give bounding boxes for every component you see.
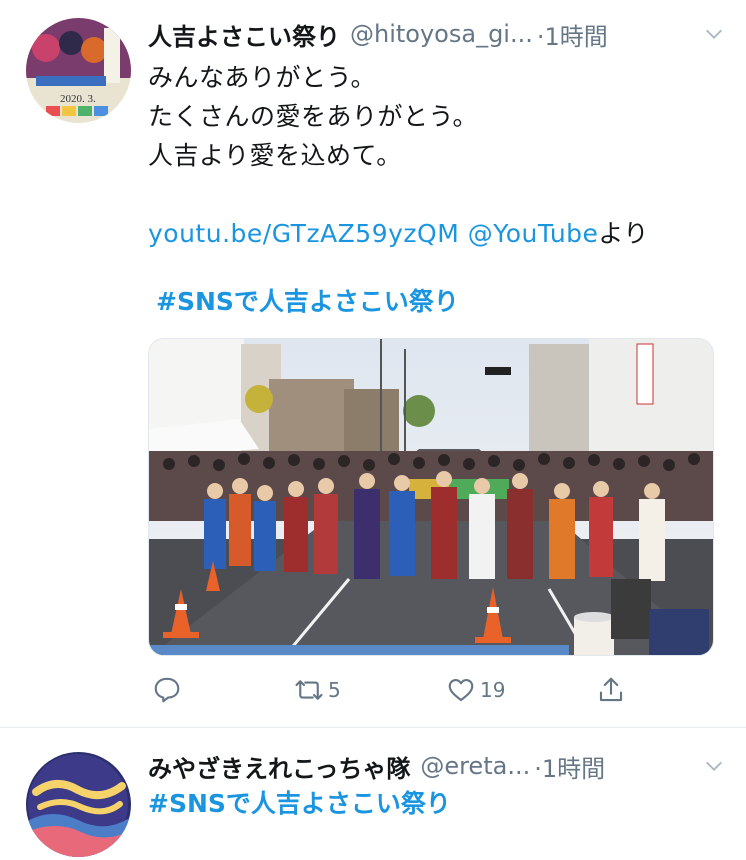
tweet-line: 人吉より愛を込めて。	[148, 141, 402, 170]
tweet-photo[interactable]	[148, 338, 714, 656]
tweet-time-value: 1時間	[544, 22, 608, 51]
avatar[interactable]: 2020. 3.	[26, 18, 131, 123]
tweet-header: みやざきえれこっちゃ隊 @ereta... ·1時間	[148, 748, 728, 784]
avatar-date-text: 2020. 3.	[60, 93, 96, 105]
retweet-button[interactable]: 5	[294, 670, 341, 710]
time-separator: ·	[536, 22, 545, 51]
tweet-header: 人吉よさこい祭り @hitoyosa_gi... ·1時間	[148, 16, 728, 52]
tweet-actions: 5 19	[148, 670, 638, 710]
tweet-text: みんなありがとう。 たくさんの愛をありがとう。 人吉より愛を込めて。 youtu…	[148, 58, 649, 253]
retweet-count: 5	[328, 678, 341, 702]
tweet[interactable]: 2020. 3. 人吉よさこい祭り @hitoyosa_gi... ·1時間 み…	[0, 0, 746, 727]
author-handle[interactable]: @hitoyosa_gi...	[350, 20, 533, 48]
youtube-mention[interactable]: @YouTube	[468, 219, 599, 248]
tweet-line: みんなありがとう。	[148, 63, 377, 92]
share-icon	[599, 677, 623, 702]
youtube-link[interactable]: youtu.be/GTzAZ59yzQM	[148, 219, 459, 248]
like-count: 19	[480, 678, 506, 702]
share-button[interactable]	[596, 670, 626, 710]
retweet-icon	[295, 680, 323, 700]
tweet-time[interactable]: ·1時間	[534, 749, 605, 784]
like-button[interactable]: 19	[446, 670, 505, 710]
link-suffix: より	[598, 219, 649, 248]
tweet-time-value: 1時間	[541, 754, 606, 783]
author-name[interactable]: 人吉よさこい祭り	[148, 17, 340, 52]
time-separator: ·	[534, 754, 542, 783]
tweet[interactable]: みやざきえれこっちゃ隊 @ereta... ·1時間 #SNSで人吉よさこい祭り	[0, 727, 746, 860]
hashtag-link[interactable]: #SNSで人吉よさこい祭り	[148, 784, 451, 823]
link-line: youtu.be/GTzAZ59yzQM @YouTubeより	[148, 214, 649, 253]
reply-button[interactable]	[152, 670, 186, 710]
chevron-down-icon[interactable]	[700, 752, 728, 780]
tweet-line: たくさんの愛をありがとう。	[148, 102, 479, 131]
reply-icon	[154, 677, 180, 703]
author-handle[interactable]: @ereta...	[420, 752, 530, 780]
tweet-time[interactable]: ·1時間	[537, 17, 608, 52]
avatar[interactable]	[26, 752, 131, 857]
chevron-down-icon[interactable]	[700, 20, 728, 48]
like-icon	[448, 678, 474, 702]
hashtag-link[interactable]: #SNSで人吉よさこい祭り	[156, 282, 459, 321]
author-name[interactable]: みやざきえれこっちゃ隊	[148, 749, 410, 784]
